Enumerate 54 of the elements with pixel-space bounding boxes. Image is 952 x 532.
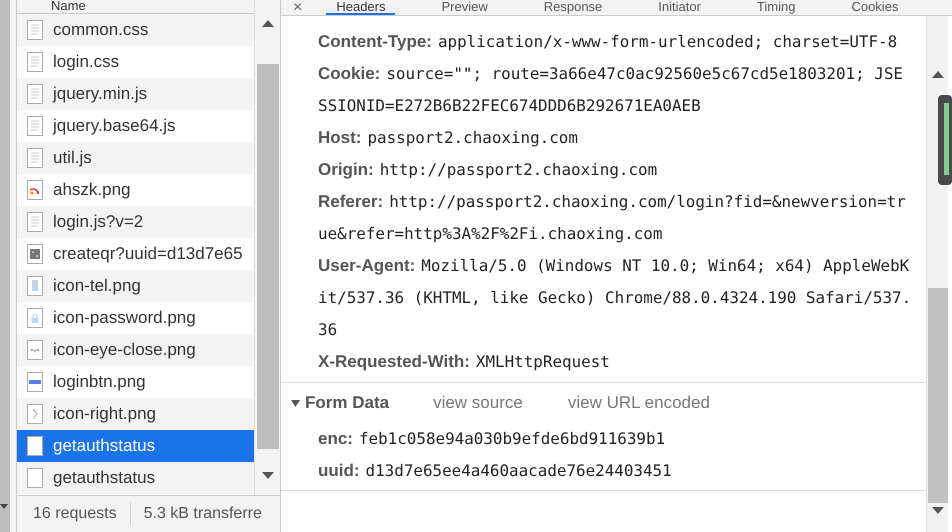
view-option-link[interactable]: view source xyxy=(433,390,523,416)
request-list-item[interactable]: util.js xyxy=(17,142,254,174)
tab[interactable]: Preview xyxy=(431,0,498,15)
request-list-item[interactable]: getauthstatus xyxy=(17,462,254,494)
request-list-item[interactable]: icon-tel.png xyxy=(17,270,254,302)
qr-code-file-icon xyxy=(27,244,43,264)
header-line: X-Requested-With: XMLHttpRequest xyxy=(318,351,611,373)
tab[interactable]: Cookies xyxy=(841,0,908,15)
blank-file-icon xyxy=(27,436,43,456)
status-text: 5.3 kB transferre xyxy=(144,504,262,524)
scroll-down-arrow-icon[interactable] xyxy=(262,472,274,479)
column-header[interactable]: Name xyxy=(17,0,254,14)
request-list-item[interactable]: icon-right.png xyxy=(17,398,254,430)
scroll-up-arrow-icon[interactable] xyxy=(262,20,274,27)
header-line: Referer: http://passport2.chaoxing.com/login?fid=&newversion=true&refer=http%3A%2F%2Fi.chaoxing.com xyxy=(318,191,907,245)
request-list-item[interactable]: jquery.min.js xyxy=(17,78,254,110)
blank-file-icon xyxy=(27,468,43,488)
file-icon xyxy=(27,52,43,72)
tab[interactable]: Initiator xyxy=(648,0,711,15)
request-list-item[interactable]: login.js?v=2 xyxy=(17,206,254,238)
header-line: Origin: http://passport2.chaoxing.com xyxy=(318,159,658,181)
image-file-icon xyxy=(27,180,43,200)
chevron-file-icon xyxy=(27,404,43,424)
scrollbar[interactable] xyxy=(926,16,948,532)
view-option-link[interactable]: view URL encoded xyxy=(568,390,710,416)
file-icon xyxy=(27,212,43,232)
form-field-line: uuid: d13d7e65ee4a460aacade76e24403451 xyxy=(318,460,673,482)
tab[interactable]: Response xyxy=(534,0,612,15)
button-image-file-icon xyxy=(27,372,43,392)
form-field-line: enc: feb1c058e94a030b9efde6bd911639b1 xyxy=(318,428,666,450)
section-toggle[interactable]: Form Data xyxy=(291,390,390,416)
file-icon xyxy=(27,116,43,136)
tab[interactable]: Headers xyxy=(326,0,396,15)
closed-eye-file-icon xyxy=(27,340,43,360)
tab[interactable]: Timing xyxy=(746,0,806,15)
file-icon xyxy=(27,84,43,104)
file-icon xyxy=(27,148,43,168)
scroll-down-arrow-icon[interactable] xyxy=(932,507,944,514)
lock-file-icon xyxy=(27,308,43,328)
scroll-up-arrow-icon[interactable] xyxy=(932,71,944,78)
header-line: User-Agent: Mozilla/5.0 (Windows NT 10.0; Win64; x64) AppleWebKit/537.36 (KHTML, like Gecko) Chrome/88.0.4324.190 Safari/537.36 xyxy=(318,255,912,341)
close-button[interactable]: × xyxy=(293,1,302,15)
scrollbar-thumb[interactable] xyxy=(928,288,948,503)
scrollbar-thumb[interactable] xyxy=(256,64,278,449)
header-line: Content-Type: application/x-www-form-urlencoded; charset=UTF-8 xyxy=(318,31,898,53)
header-line: Host: passport2.chaoxing.com xyxy=(318,127,579,149)
status-text: 16 requests xyxy=(32,504,117,524)
request-list-item[interactable]: common.css xyxy=(17,14,254,46)
file-icon xyxy=(27,20,43,40)
scrollbar[interactable] xyxy=(254,0,280,495)
phone-file-icon xyxy=(27,276,43,296)
request-list-item[interactable]: getauthstatus xyxy=(17,430,254,462)
dropdown-caret-icon[interactable] xyxy=(0,504,8,509)
request-list-item[interactable]: icon-eye-close.png xyxy=(17,334,254,366)
